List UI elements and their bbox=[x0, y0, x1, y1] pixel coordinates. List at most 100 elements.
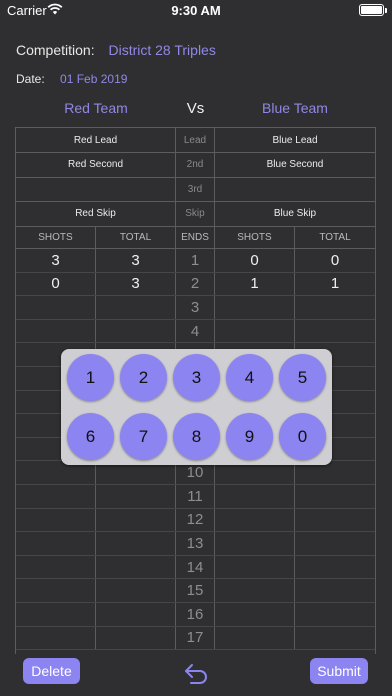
blue-shots-cell[interactable] bbox=[215, 626, 295, 650]
player-position-label: Lead bbox=[176, 128, 215, 152]
red-player-name[interactable]: Red Skip bbox=[16, 201, 176, 226]
end-number: 2 bbox=[176, 272, 215, 296]
battery-icon bbox=[359, 4, 387, 16]
red-shots-cell[interactable] bbox=[16, 532, 96, 555]
red-shots-cell[interactable] bbox=[16, 603, 96, 626]
player-row: 3rd bbox=[16, 177, 375, 202]
clock: 9:30 AM bbox=[171, 3, 221, 18]
end-number: 11 bbox=[176, 485, 215, 508]
red-total-header: TOTAL bbox=[96, 226, 176, 248]
red-player-name[interactable] bbox=[16, 177, 176, 201]
red-total-cell bbox=[96, 626, 176, 650]
competition-label: Competition: bbox=[16, 42, 95, 58]
red-total-cell bbox=[96, 603, 176, 626]
end-row: 17 bbox=[16, 626, 375, 651]
keypad-key-9[interactable]: 9 bbox=[226, 413, 273, 460]
blue-total-cell bbox=[295, 485, 375, 508]
blue-total-header: TOTAL bbox=[319, 231, 351, 243]
player-row: Red Lead Lead Blue Lead bbox=[16, 128, 375, 153]
blue-total-cell bbox=[295, 579, 375, 602]
keypad-key-2[interactable]: 2 bbox=[120, 354, 167, 401]
status-bar: Carrier 9:30 AM bbox=[0, 0, 392, 22]
red-team-name[interactable]: Red Team bbox=[16, 100, 176, 116]
red-total-cell bbox=[96, 508, 176, 532]
blue-total-cell bbox=[295, 627, 375, 650]
end-row: 33100 bbox=[16, 249, 375, 273]
red-shots-cell[interactable] bbox=[16, 319, 96, 343]
undo-arrow-icon[interactable] bbox=[183, 662, 209, 684]
keypad-key-0[interactable]: 0 bbox=[279, 413, 326, 460]
keypad-key-8[interactable]: 8 bbox=[173, 413, 220, 460]
red-shots-cell[interactable] bbox=[16, 296, 96, 319]
red-shots-cell[interactable] bbox=[16, 555, 96, 579]
red-player-name[interactable]: Red Lead bbox=[16, 128, 176, 152]
red-shots-cell[interactable] bbox=[16, 626, 96, 650]
blue-player-name[interactable]: Blue Lead bbox=[215, 128, 375, 152]
blue-shots-cell[interactable]: 1 bbox=[215, 272, 295, 296]
date-value[interactable]: 01 Feb 2019 bbox=[60, 72, 127, 86]
red-shots-cell[interactable]: 3 bbox=[16, 249, 96, 272]
red-shots-cell[interactable] bbox=[16, 579, 96, 602]
red-total-cell bbox=[96, 555, 176, 579]
blue-shots-cell[interactable] bbox=[215, 485, 295, 508]
teams-header: Red Team Vs Blue Team bbox=[16, 100, 375, 122]
red-total-cell bbox=[96, 319, 176, 343]
keypad-key-7[interactable]: 7 bbox=[120, 413, 167, 460]
ends-header: ENDS bbox=[176, 226, 215, 248]
competition-value[interactable]: District 28 Triples bbox=[108, 42, 215, 58]
blue-team-name[interactable]: Blue Team bbox=[215, 100, 375, 116]
keypad-key-3[interactable]: 3 bbox=[173, 354, 220, 401]
date-row: Date: 01 Feb 2019 bbox=[16, 72, 127, 86]
blue-player-name[interactable] bbox=[215, 177, 375, 201]
end-number: 4 bbox=[176, 319, 215, 343]
keypad-key-6[interactable]: 6 bbox=[67, 413, 114, 460]
blue-shots-cell[interactable]: 0 bbox=[215, 249, 295, 272]
keypad-key-4[interactable]: 4 bbox=[226, 354, 273, 401]
keypad-key-5[interactable]: 5 bbox=[279, 354, 326, 401]
red-total-cell bbox=[96, 532, 176, 555]
end-number: 1 bbox=[176, 249, 215, 272]
blue-total-cell: 0 bbox=[330, 251, 340, 269]
red-shots-cell[interactable]: 0 bbox=[16, 272, 96, 296]
end-number: 17 bbox=[176, 626, 215, 650]
blue-shots-header: SHOTS bbox=[215, 226, 295, 248]
blue-shots-cell[interactable] bbox=[215, 296, 295, 319]
submit-button[interactable]: Submit bbox=[310, 658, 368, 684]
blue-shots-cell[interactable] bbox=[215, 532, 295, 555]
end-row: 13 bbox=[16, 532, 375, 556]
blue-total-cell bbox=[295, 532, 375, 555]
blue-total-cell bbox=[295, 509, 375, 532]
red-total-cell bbox=[96, 296, 176, 319]
red-total-cell bbox=[96, 579, 176, 602]
end-row: 14 bbox=[16, 555, 375, 580]
end-number: 3 bbox=[176, 296, 215, 319]
blue-total-cell: 1 bbox=[330, 275, 340, 293]
blue-total-cell bbox=[295, 296, 375, 319]
player-position-label: Skip bbox=[176, 201, 215, 226]
keypad-key-1[interactable]: 1 bbox=[67, 354, 114, 401]
end-row: 16 bbox=[16, 603, 375, 627]
end-row: 03211 bbox=[16, 272, 375, 297]
red-shots-cell[interactable] bbox=[16, 508, 96, 532]
end-row: 4 bbox=[16, 319, 375, 344]
red-total-cell: 3 bbox=[96, 272, 176, 296]
blue-shots-cell[interactable] bbox=[215, 319, 295, 343]
blue-shots-cell[interactable] bbox=[215, 603, 295, 626]
blue-total-cell bbox=[295, 320, 375, 343]
date-label: Date: bbox=[16, 72, 45, 86]
blue-player-name[interactable]: Blue Skip bbox=[215, 202, 375, 226]
end-number: 12 bbox=[176, 508, 215, 532]
blue-shots-cell[interactable] bbox=[215, 508, 295, 532]
delete-button[interactable]: Delete bbox=[23, 658, 80, 684]
blue-total-cell bbox=[295, 556, 375, 579]
number-keypad: 12345 67890 bbox=[61, 349, 332, 465]
red-player-name[interactable]: Red Second bbox=[16, 152, 176, 177]
player-position-label: 2nd bbox=[176, 152, 215, 177]
column-header-row: SHOTS TOTAL ENDS SHOTS TOTAL bbox=[16, 226, 375, 249]
end-number: 15 bbox=[176, 579, 215, 602]
end-number: 14 bbox=[176, 555, 215, 579]
blue-shots-cell[interactable] bbox=[215, 579, 295, 602]
blue-player-name[interactable]: Blue Second bbox=[215, 153, 375, 177]
blue-shots-cell[interactable] bbox=[215, 555, 295, 579]
red-shots-cell[interactable] bbox=[16, 485, 96, 508]
